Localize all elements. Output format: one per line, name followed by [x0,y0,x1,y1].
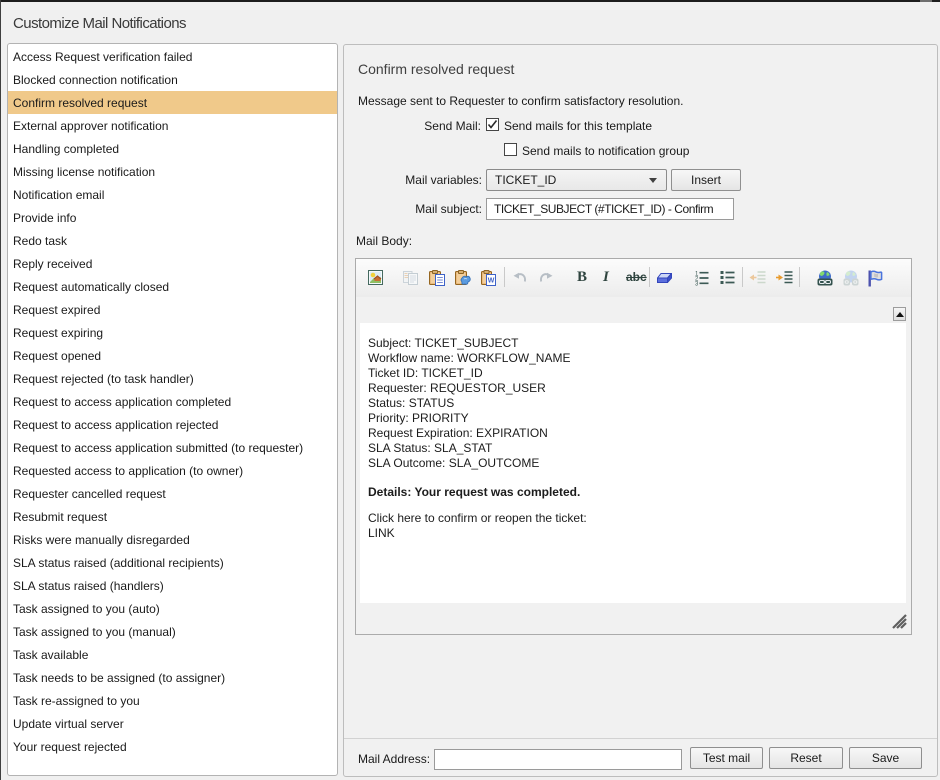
svg-text:3: 3 [695,281,699,286]
svg-text:W: W [488,277,495,284]
